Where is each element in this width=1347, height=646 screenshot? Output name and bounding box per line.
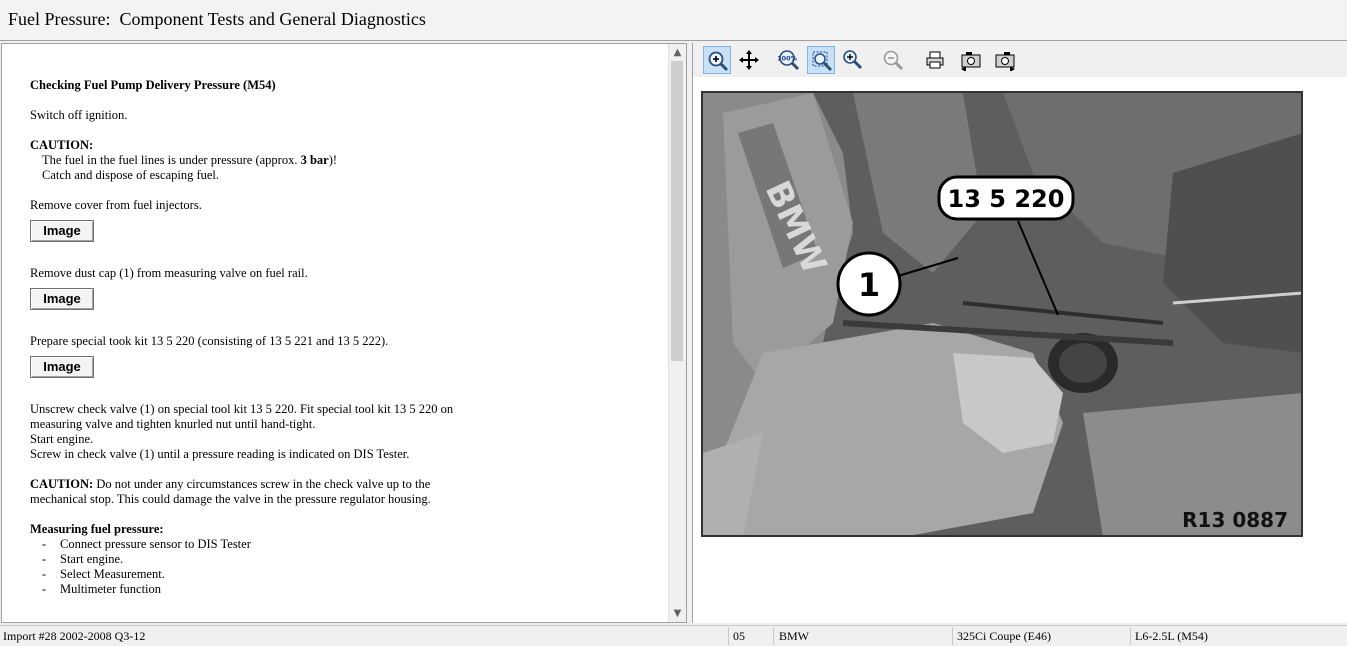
zoom-in-tool-button[interactable] xyxy=(703,46,731,74)
caution-text-end: )! xyxy=(328,153,338,167)
list-item-text: Connect pressure sensor to DIS Tester xyxy=(60,537,251,551)
scroll-thumb[interactable] xyxy=(671,61,683,361)
step-unscrew-line-1: Unscrew check valve (1) on special tool … xyxy=(30,402,454,416)
vertical-scrollbar[interactable]: ▲ ▼ xyxy=(668,44,686,622)
next-image-camera-icon xyxy=(995,52,1015,71)
scroll-up-arrow-icon[interactable]: ▲ xyxy=(669,44,686,61)
step-remove-cover: Remove cover from fuel injectors. xyxy=(30,198,202,212)
bullet-dash: - xyxy=(42,582,47,596)
list-item-text: Start engine. xyxy=(60,552,124,566)
procedure-text-pane[interactable]: Checking Fuel Pump Delivery Pressure (M5… xyxy=(1,43,687,623)
image-toolbar: 100% xyxy=(693,43,1347,77)
caution-label: CAUTION: xyxy=(30,138,94,152)
status-separator xyxy=(773,627,774,645)
fit-window-magnifier-icon xyxy=(812,51,833,72)
caution2-line-2: mechanical stop. This could damage the v… xyxy=(30,492,431,506)
bullet-dash: - xyxy=(42,567,47,581)
status-engine: L6-2.5L (M54) xyxy=(1135,629,1208,643)
zoom-in-small-tool-button[interactable] xyxy=(839,46,867,74)
zoom-out-magnifier-icon xyxy=(883,50,904,71)
status-code: 05 xyxy=(733,629,745,643)
list-item: - Multimeter function xyxy=(30,582,490,597)
fit-window-tool-button[interactable] xyxy=(807,46,835,74)
list-item: - Connect pressure sensor to DIS Tester xyxy=(30,537,490,552)
scroll-down-arrow-icon[interactable]: ▼ xyxy=(669,605,686,622)
window-title: Fuel Pressure: Component Tests and Gener… xyxy=(8,9,426,29)
image-viewer-pane: 100% BMW 13 5 220 1 R13 0887 xyxy=(692,43,1347,623)
step-start-engine: Start engine. xyxy=(30,432,94,446)
image-button-2[interactable]: Image xyxy=(30,288,94,310)
pan-arrows-icon xyxy=(739,50,759,70)
previous-image-tool-button[interactable] xyxy=(957,46,985,74)
list-item: - Select Measurement. xyxy=(30,567,490,582)
caution2-label: CAUTION: xyxy=(30,477,94,491)
list-item: - Start engine. xyxy=(30,552,490,567)
callout-tool-text: 13 5 220 xyxy=(948,185,1065,213)
status-bar: Import #28 2002-2008 Q3-12 05 BMW 325Ci … xyxy=(0,625,1347,646)
status-make: BMW xyxy=(779,629,809,643)
caution-line-1: The fuel in the fuel lines is under pres… xyxy=(30,153,490,168)
zoom-magnifier-icon xyxy=(843,50,863,70)
actual-size-text: 100% xyxy=(778,55,798,63)
status-separator xyxy=(728,627,729,645)
status-separator xyxy=(952,627,953,645)
actual-size-magnifier-icon: 100% xyxy=(778,50,800,71)
step-prepare-kit: Prepare special took kit 13 5 220 (consi… xyxy=(30,334,389,348)
print-tool-button[interactable] xyxy=(921,46,949,74)
step-switch-off: Switch off ignition. xyxy=(30,108,128,122)
status-separator xyxy=(1130,627,1131,645)
image-reference-code: R13 0887 xyxy=(1182,508,1288,532)
caution2-text: Do not under any circumstances screw in … xyxy=(93,477,431,491)
caution-line-2: Catch and dispose of escaping fuel. xyxy=(42,168,220,182)
caution2-line-1: CAUTION: Do not under any circumstances … xyxy=(30,477,490,492)
procedure-document: Checking Fuel Pump Delivery Pressure (M5… xyxy=(30,78,490,597)
pan-tool-button[interactable] xyxy=(735,46,763,74)
previous-image-camera-icon xyxy=(961,52,981,71)
actual-size-tool-button[interactable]: 100% xyxy=(775,46,803,74)
callout-part-text: 1 xyxy=(858,266,880,304)
image-button-1[interactable]: Image xyxy=(30,220,94,242)
list-item-text: Select Measurement. xyxy=(60,567,165,581)
engine-photo[interactable]: BMW 13 5 220 1 R13 0887 xyxy=(701,91,1303,537)
zoom-in-magnifier-icon xyxy=(708,51,729,72)
caution-text: The fuel in the fuel lines is under pres… xyxy=(42,153,301,167)
image-button-3[interactable]: Image xyxy=(30,356,94,378)
step-unscrew-line-2: measuring valve and tighten knurled nut … xyxy=(30,417,316,431)
step-screw-in: Screw in check valve (1) until a pressur… xyxy=(30,447,410,461)
status-model: 325Ci Coupe (E46) xyxy=(957,629,1051,643)
list-item-text: Multimeter function xyxy=(60,582,162,596)
zoom-out-tool-button[interactable] xyxy=(879,46,907,74)
printer-icon xyxy=(926,51,944,69)
status-import: Import #28 2002-2008 Q3-12 xyxy=(3,629,146,643)
procedure-heading: Checking Fuel Pump Delivery Pressure (M5… xyxy=(30,78,276,92)
bullet-dash: - xyxy=(42,537,47,551)
measuring-heading: Measuring fuel pressure: xyxy=(30,522,164,536)
caution-pressure-value: 3 bar xyxy=(300,153,329,167)
bullet-dash: - xyxy=(42,552,47,566)
engine-photo-illustration: BMW 13 5 220 1 R13 0887 xyxy=(703,93,1301,535)
window-titlebar: Fuel Pressure: Component Tests and Gener… xyxy=(0,0,1347,41)
next-image-tool-button[interactable] xyxy=(991,46,1019,74)
step-remove-dust-cap: Remove dust cap (1) from measuring valve… xyxy=(30,266,308,280)
